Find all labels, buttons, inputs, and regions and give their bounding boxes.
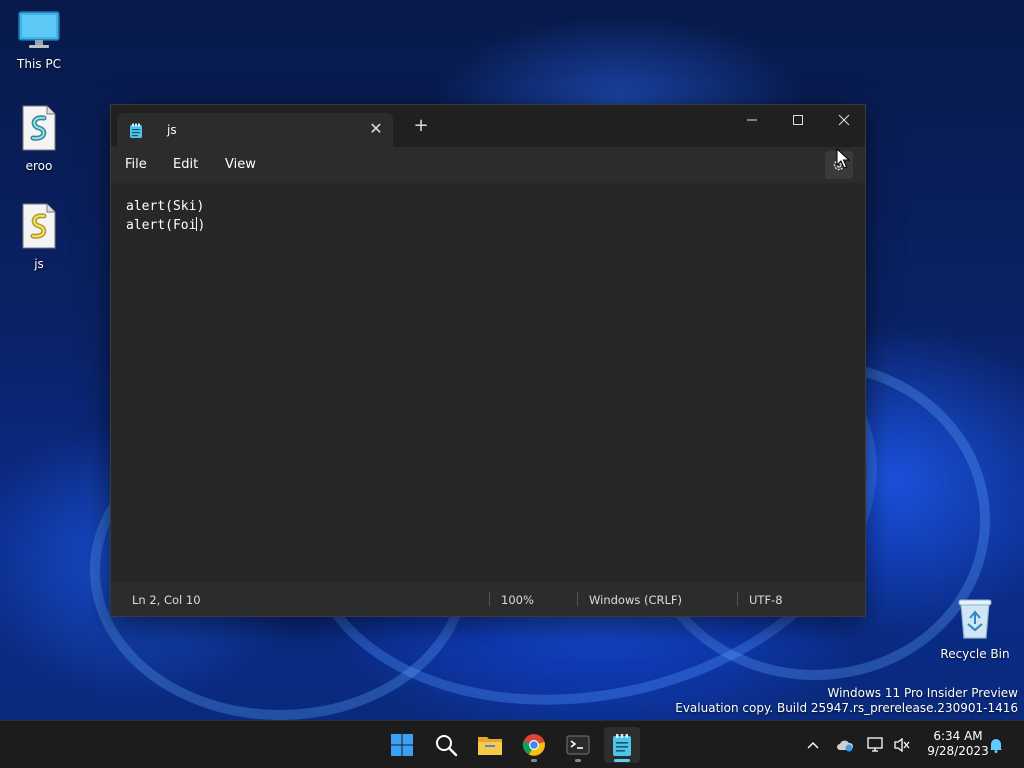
- show-hidden-icons-button[interactable]: [803, 735, 823, 755]
- desktop-icon-label: This PC: [17, 57, 61, 71]
- taskbar-search-button[interactable]: [428, 727, 464, 763]
- desktop-icon-this-pc[interactable]: This PC: [0, 10, 78, 71]
- minimize-button[interactable]: [729, 105, 775, 135]
- new-tab-button[interactable]: +: [411, 117, 431, 137]
- notepad-icon: [613, 734, 631, 756]
- editor-line-text: alert(Foi: [126, 218, 197, 233]
- editor-line-text: ): [197, 218, 206, 233]
- watermark-line: Evaluation copy. Build 25947.rs_prerelea…: [675, 701, 1018, 715]
- tab-js[interactable]: js ✕: [117, 113, 393, 147]
- zoom-level[interactable]: 100%: [501, 593, 534, 607]
- desktop-icon-eroo[interactable]: eroo: [0, 104, 78, 173]
- menu-file[interactable]: File: [125, 157, 147, 172]
- terminal-icon: [566, 735, 590, 755]
- monitor-icon: [0, 10, 78, 53]
- notepad-window[interactable]: js ✕ + File Edit View alert(Ski) alert(F…: [110, 104, 866, 617]
- line-ending[interactable]: Windows (CRLF): [589, 593, 682, 607]
- desktop-icon-label: Recycle Bin: [940, 647, 1010, 661]
- running-indicator: [575, 759, 581, 762]
- menu-bar: File Edit View: [111, 147, 865, 183]
- close-window-button[interactable]: [821, 105, 867, 135]
- watermark-line: Windows 11 Pro Insider Preview: [827, 686, 1018, 700]
- onedrive-tray-button[interactable]: [835, 735, 855, 755]
- speaker-muted-icon: [894, 737, 910, 753]
- cloud-icon: [837, 740, 854, 752]
- editor-line: alert(Foi): [126, 217, 205, 233]
- minimize-icon: [747, 119, 757, 121]
- recycle-bin-icon: [936, 596, 1014, 643]
- status-divider: [489, 592, 490, 606]
- cursor-position: Ln 2, Col 10: [132, 593, 201, 607]
- start-button[interactable]: [384, 727, 420, 763]
- script-file-icon: [0, 202, 78, 253]
- menu-edit[interactable]: Edit: [173, 157, 198, 172]
- status-divider: [737, 592, 738, 606]
- maximize-icon: [793, 115, 803, 125]
- title-bar[interactable]: js ✕ +: [111, 105, 865, 147]
- close-icon: [838, 114, 850, 126]
- running-indicator: [531, 759, 537, 762]
- script-file-icon: [0, 104, 78, 155]
- volume-tray-button[interactable]: [892, 735, 912, 755]
- start-icon: [391, 734, 413, 756]
- network-icon: [867, 737, 883, 752]
- running-indicator: [614, 759, 630, 762]
- mouse-pointer-icon: [836, 147, 851, 174]
- desktop-icon-js[interactable]: js: [0, 202, 78, 271]
- taskbar-chrome[interactable]: [516, 727, 552, 763]
- status-bar: Ln 2, Col 10 100% Windows (CRLF) UTF-8: [111, 582, 865, 616]
- editor-line: alert(Ski): [126, 199, 205, 214]
- search-icon: [436, 735, 458, 757]
- chrome-icon: [522, 734, 545, 756]
- notifications-button[interactable]: [986, 735, 1006, 755]
- status-divider: [577, 592, 578, 606]
- desktop-icon-label: eroo: [25, 159, 53, 173]
- encoding[interactable]: UTF-8: [749, 593, 783, 607]
- close-icon: ✕: [369, 119, 383, 138]
- tab-title: js: [167, 123, 177, 137]
- taskbar: 6:34 AM 9/28/2023: [0, 720, 1024, 768]
- menu-view[interactable]: View: [225, 157, 256, 172]
- chevron-up-icon: [807, 742, 819, 749]
- notepad-icon: [129, 123, 143, 143]
- desktop-icon-recycle-bin[interactable]: Recycle Bin: [936, 596, 1014, 661]
- tab-close-button[interactable]: ✕: [367, 119, 385, 139]
- taskbar-terminal[interactable]: [560, 727, 596, 763]
- taskbar-notepad[interactable]: [604, 727, 640, 763]
- file-explorer-icon: [478, 737, 502, 755]
- maximize-button[interactable]: [775, 105, 821, 135]
- taskbar-file-explorer[interactable]: [472, 727, 508, 763]
- plus-icon: +: [413, 115, 429, 136]
- text-editor[interactable]: alert(Ski) alert(Foi): [111, 183, 865, 584]
- os-watermark: Windows 11 Pro Insider Preview Evaluatio…: [675, 686, 1018, 716]
- desktop-icon-label: js: [34, 257, 44, 271]
- bell-icon: [990, 739, 1002, 753]
- network-tray-button[interactable]: [866, 735, 886, 755]
